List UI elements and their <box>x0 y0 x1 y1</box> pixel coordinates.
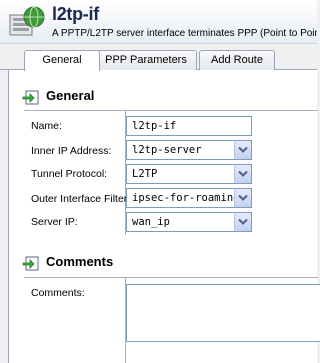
inner-ip-select[interactable]: l2tp-server <box>126 140 252 160</box>
comments-label: Comments: <box>31 287 85 299</box>
arrow-into-box-icon <box>22 88 39 105</box>
tab-bar: General PPP Parameters Add Route <box>0 50 317 71</box>
chevron-down-icon[interactable] <box>234 165 251 183</box>
chevron-down-icon[interactable] <box>234 189 251 207</box>
outer-interface-label: Outer Interface Filter: <box>31 193 131 205</box>
general-heading: General <box>46 88 95 103</box>
tab-add-route[interactable]: Add Route <box>199 50 275 70</box>
comments-heading: Comments <box>46 254 114 269</box>
outer-interface-value: ipsec-for-roaming <box>132 192 240 204</box>
interface-globe-icon <box>9 6 45 38</box>
chevron-down-icon[interactable] <box>234 141 251 159</box>
tab-ppp-parameters[interactable]: PPP Parameters <box>95 50 197 70</box>
server-ip-label: Server IP: <box>31 216 78 228</box>
page-title: l2tp-if <box>52 4 99 24</box>
arrow-into-box-icon <box>22 254 39 271</box>
comments-divider <box>24 277 318 278</box>
outer-interface-select[interactable]: ipsec-for-roaming <box>126 188 252 208</box>
chevron-down-icon[interactable] <box>234 213 251 231</box>
tab-general[interactable]: General <box>24 50 100 71</box>
name-input[interactable]: l2tp-if <box>126 116 252 136</box>
page-header: l2tp-if A PPTP/L2TP server interface ter… <box>0 0 317 44</box>
server-ip-select[interactable]: wan_ip <box>126 212 252 232</box>
comments-textarea[interactable] <box>126 284 320 342</box>
server-ip-value: wan_ip <box>132 216 170 228</box>
page-subtitle: A PPTP/L2TP server interface terminates … <box>52 28 317 39</box>
tab-panel-general: General Name: l2tp-if Inner IP Address: … <box>8 70 320 363</box>
tunnel-protocol-label: Tunnel Protocol: <box>31 168 108 180</box>
general-divider <box>24 110 318 111</box>
tunnel-protocol-select[interactable]: L2TP <box>126 164 252 184</box>
name-label: Name: <box>31 120 62 132</box>
inner-ip-label: Inner IP Address: <box>31 145 112 157</box>
tunnel-protocol-value: L2TP <box>132 168 158 180</box>
inner-ip-value: l2tp-server <box>132 144 202 156</box>
